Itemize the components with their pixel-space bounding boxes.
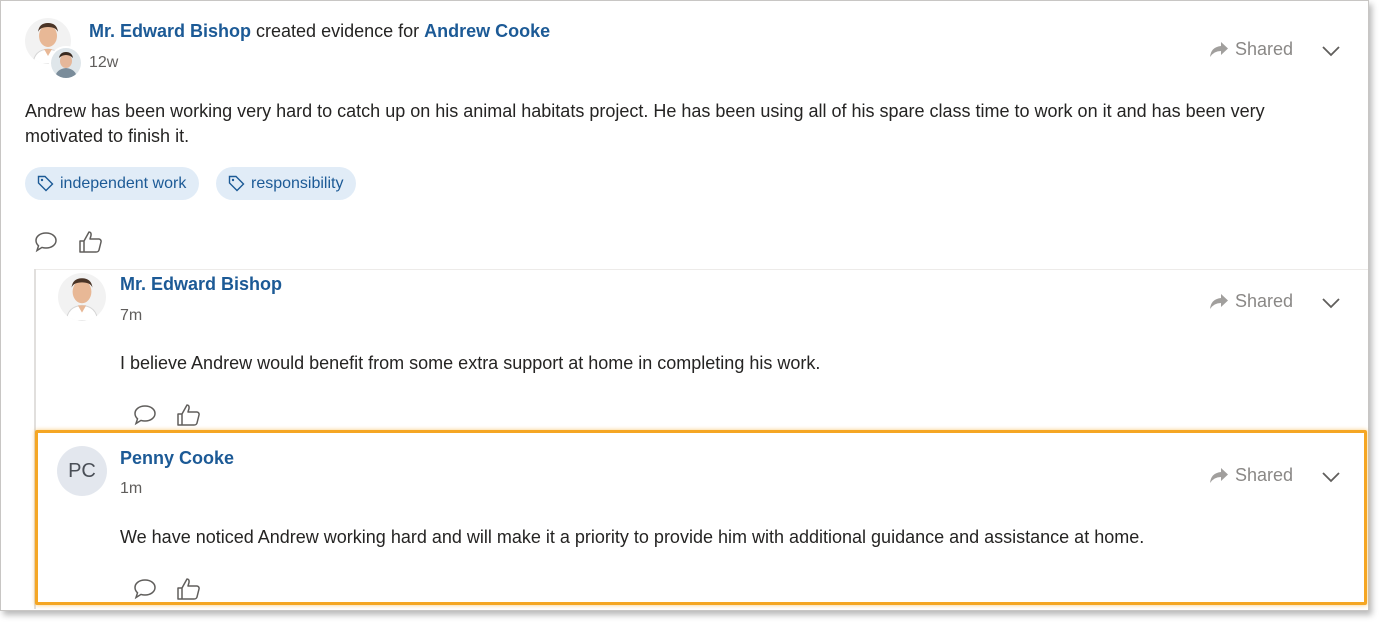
comment-author-link[interactable]: Mr. Edward Bishop <box>120 274 282 294</box>
comment-author-avatar[interactable] <box>58 273 106 321</box>
comment-timestamp: 7m <box>120 307 143 324</box>
subject-link[interactable]: Andrew Cooke <box>424 21 550 41</box>
comment-body: We have noticed Andrew working hard and … <box>120 527 1145 547</box>
chevron-down-icon[interactable] <box>1322 44 1340 62</box>
post-timestamp: 12w <box>89 54 119 71</box>
comment-body: I believe Andrew would benefit from some… <box>120 353 821 373</box>
comment-icon[interactable] <box>133 578 157 605</box>
tag-independent-work[interactable]: independent work <box>25 167 200 200</box>
share-arrow-icon <box>1210 293 1228 309</box>
share-arrow-icon <box>1210 41 1228 57</box>
tag-responsibility[interactable]: responsibility <box>216 167 357 200</box>
comment-author-link[interactable]: Penny Cooke <box>120 448 234 468</box>
shared-status-button[interactable]: Shared <box>1209 39 1293 60</box>
comment-icon[interactable] <box>34 231 58 258</box>
comment-header: Mr. Edward Bishop <box>120 274 282 295</box>
like-icon[interactable] <box>176 403 202 432</box>
post-header: Mr. Edward Bishop created evidence for A… <box>89 21 550 42</box>
evidence-card: Mr. Edward Bishop created evidence for A… <box>0 0 1369 611</box>
share-arrow-icon <box>1210 467 1228 483</box>
tag-label: independent work <box>60 174 187 192</box>
post-action-text: created evidence for <box>251 21 425 41</box>
shared-status-button[interactable]: Shared <box>1209 465 1293 486</box>
like-icon[interactable] <box>78 230 104 259</box>
shared-status-button[interactable]: Shared <box>1209 291 1293 312</box>
thread-divider <box>34 269 1368 270</box>
student-avatar <box>49 46 83 80</box>
like-icon[interactable] <box>176 577 202 606</box>
tag-icon <box>37 175 54 192</box>
tag-icon <box>228 175 245 192</box>
shared-label: Shared <box>1235 465 1294 485</box>
chevron-down-icon[interactable] <box>1322 296 1340 314</box>
tag-label: responsibility <box>251 174 344 192</box>
comment-timestamp: 1m <box>120 480 143 497</box>
comment-header: Penny Cooke <box>120 448 234 469</box>
avatar-initials: PC <box>68 459 96 482</box>
highlighted-comment-frame <box>35 430 1367 605</box>
author-link[interactable]: Mr. Edward Bishop <box>89 21 251 41</box>
post-body: Andrew has been working very hard to cat… <box>25 101 1265 146</box>
chevron-down-icon[interactable] <box>1322 470 1340 488</box>
shared-label: Shared <box>1235 39 1294 59</box>
shared-label: Shared <box>1235 291 1294 311</box>
comment-author-initials-avatar[interactable]: PC <box>57 446 107 496</box>
comment-icon[interactable] <box>133 404 157 431</box>
